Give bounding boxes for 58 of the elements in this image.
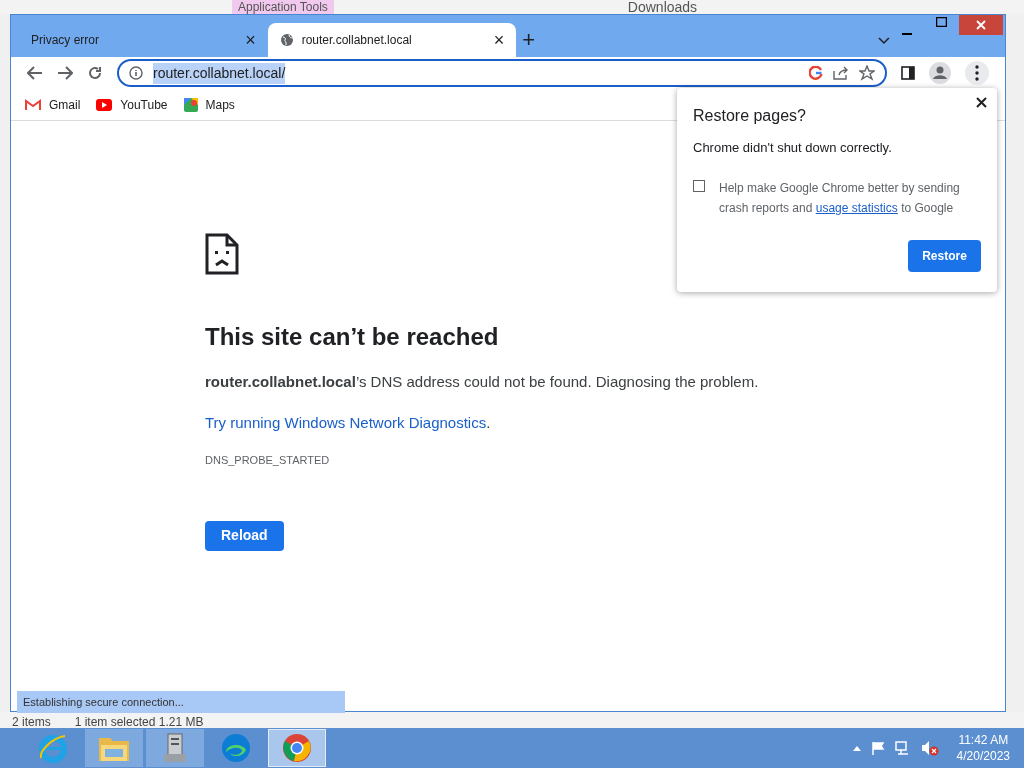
bookmark[interactable]: YouTube	[96, 95, 168, 114]
menu-icon[interactable]	[965, 61, 989, 85]
tab-title: router.collabnet.local	[301, 32, 413, 49]
globe-icon	[279, 33, 294, 47]
network-icon[interactable]	[894, 741, 911, 755]
url-text: router.collabnet.local/	[153, 62, 286, 84]
link-period: .	[486, 413, 491, 431]
clock-time: 11:42 AM	[958, 732, 1009, 748]
muted-speaker-icon[interactable]	[920, 740, 939, 756]
window-title: Downloads	[627, 0, 698, 14]
bookmark[interactable]: Gmail	[25, 95, 81, 114]
star-icon[interactable]	[859, 65, 875, 81]
g-logo-icon[interactable]	[809, 66, 823, 80]
checkbox[interactable]	[693, 179, 705, 192]
mail-icon	[25, 98, 41, 111]
chevron-down-icon[interactable]	[878, 37, 890, 45]
tab-close-button[interactable]: ×	[245, 31, 256, 49]
browser-tab[interactable]: router.collabnet.local ×	[267, 23, 517, 57]
info-icon[interactable]	[129, 66, 143, 80]
e-logo-icon	[37, 732, 69, 764]
status-text: 2 items	[12, 716, 51, 728]
usage-statistics-link[interactable]: usage statistics	[815, 200, 898, 215]
sad-page-icon	[205, 233, 239, 275]
new-tab-button[interactable]: +	[522, 29, 536, 51]
close-icon	[976, 20, 986, 30]
close-icon[interactable]	[976, 97, 987, 108]
flag-icon[interactable]	[870, 741, 885, 755]
side-panel-icon[interactable]	[901, 66, 915, 80]
popup-message: Chrome didn't shut down correctly.	[693, 139, 893, 157]
share-icon[interactable]	[833, 66, 849, 80]
browser-tab[interactable]: Privacy error ×	[19, 23, 268, 57]
ribbon-tab[interactable]: Application Tools	[232, 0, 334, 14]
clock-date: 4/20/2023	[956, 748, 1010, 764]
error-code: DNS_PROBE_STARTED	[205, 453, 331, 468]
status-bubble: Establishing secure connection...	[17, 691, 345, 713]
checkbox-label: Help make Google Chrome better by sending crash reports and usage statistics to Google	[719, 179, 961, 217]
chrome-logo-icon	[281, 732, 313, 764]
taskbar-app[interactable]	[268, 729, 326, 767]
tab-close-button[interactable]: ×	[493, 31, 505, 49]
reload-icon[interactable]	[87, 65, 103, 81]
forward-arrow-icon[interactable]	[57, 66, 73, 80]
status-text: 1 item selected 1.21 MB	[74, 716, 204, 728]
bookmark[interactable]: Maps	[183, 95, 235, 114]
error-message: router.collabnet.local’s DNS address could not be found. Diagnosing the problem.	[205, 372, 760, 392]
play-icon	[96, 98, 113, 111]
popup-title: Restore pages?	[693, 106, 807, 126]
wave-logo-icon	[220, 732, 252, 764]
error-title: This site can’t be reached	[205, 322, 500, 352]
tab-title: Privacy error	[31, 32, 100, 49]
restore-button[interactable]: Restore	[908, 240, 981, 272]
profile-icon[interactable]	[929, 62, 951, 84]
close-button[interactable]	[959, 15, 1003, 35]
tray-arrow-icon[interactable]	[852, 745, 861, 751]
maximize-icon[interactable]	[936, 17, 947, 27]
reload-button[interactable]: Reload	[205, 520, 284, 551]
back-arrow-icon[interactable]	[27, 66, 43, 80]
address-bar[interactable]: router.collabnet.local/	[117, 59, 887, 87]
map-pin-icon	[183, 97, 198, 112]
